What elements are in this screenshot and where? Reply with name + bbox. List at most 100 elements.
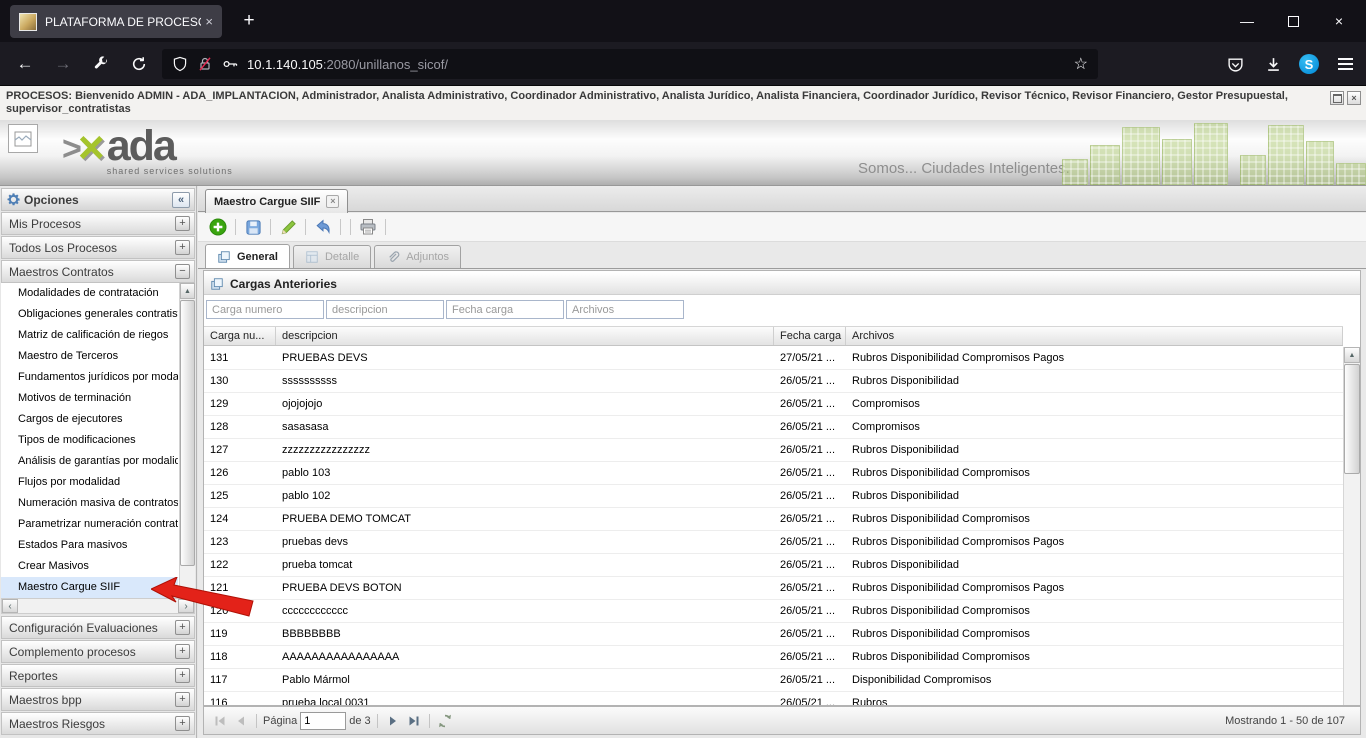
table-row[interactable]: 128 sasasasa 26/05/21 ... Compromisos: [204, 416, 1343, 439]
accordion-section[interactable]: Reportes +: [1, 664, 195, 687]
expand-plus-button[interactable]: +: [175, 216, 190, 231]
float-panel-button[interactable]: [1330, 91, 1344, 105]
table-row[interactable]: 127 zzzzzzzzzzzzzzzz 26/05/21 ... Rubros…: [204, 439, 1343, 462]
tab-close-icon[interactable]: ×: [205, 14, 213, 29]
table-row[interactable]: 126 pablo 103 26/05/21 ... Rubros Dispon…: [204, 462, 1343, 485]
table-row[interactable]: 121 PRUEBA DEVS BOTON 26/05/21 ... Rubro…: [204, 577, 1343, 600]
previous-page-button[interactable]: [232, 712, 250, 730]
table-row[interactable]: 117 Pablo Mármol 26/05/21 ... Disponibil…: [204, 669, 1343, 692]
refresh-button[interactable]: [436, 712, 454, 730]
window-maximize-button[interactable]: [1270, 0, 1316, 42]
tree-horizontal-scrollbar[interactable]: ‹ ›: [1, 598, 195, 614]
table-row[interactable]: 122 prueba tomcat 26/05/21 ... Rubros Di…: [204, 554, 1343, 577]
tab-adjuntos[interactable]: Adjuntos: [374, 245, 461, 268]
table-row[interactable]: 131 PRUEBAS DEVS 27/05/21 ... Rubros Dis…: [204, 347, 1343, 370]
bookmark-star-icon[interactable]: ☆: [1074, 54, 1088, 74]
close-panel-button[interactable]: ×: [1347, 91, 1361, 105]
sidebar-tree-item[interactable]: Maestro Cargue SIIF: [1, 577, 178, 598]
scroll-left-icon[interactable]: ‹: [2, 599, 18, 613]
url-text[interactable]: 10.1.140.105:2080/unillanos_sicof/: [247, 57, 448, 72]
sidebar-tree-item[interactable]: Tipos de modificaciones: [1, 430, 178, 451]
next-page-button[interactable]: [384, 712, 402, 730]
sidebar-tree-item[interactable]: Obligaciones generales contratist: [1, 304, 178, 325]
print-button[interactable]: [357, 216, 379, 238]
skype-icon[interactable]: S: [1294, 49, 1324, 79]
scrollbar-thumb[interactable]: [180, 300, 195, 566]
scroll-up-icon[interactable]: ▲: [180, 283, 195, 299]
expand-plus-button[interactable]: +: [175, 644, 190, 659]
column-header-carga-numero[interactable]: Carga nu...: [204, 327, 276, 345]
accordion-section-maestros-contratos[interactable]: Maestros Contratos −: [1, 260, 195, 283]
accordion-section[interactable]: Configuración Evaluaciones +: [1, 616, 195, 639]
grid-vertical-scrollbar[interactable]: ▲: [1343, 347, 1360, 705]
document-tab-maestro-cargue-siif[interactable]: Maestro Cargue SIIF ×: [205, 189, 348, 213]
accordion-section[interactable]: Todos Los Procesos +: [1, 236, 195, 259]
reload-icon[interactable]: [124, 49, 154, 79]
back-icon[interactable]: ←: [10, 49, 40, 79]
accordion-section[interactable]: Maestros Riesgos +: [1, 712, 195, 735]
sidebar-tree-item[interactable]: Matriz de calificación de riegos: [1, 325, 178, 346]
expand-plus-button[interactable]: +: [175, 692, 190, 707]
accordion-section[interactable]: Mis Procesos +: [1, 212, 195, 235]
last-page-button[interactable]: [405, 712, 423, 730]
sidebar-tree-item[interactable]: Cargos de ejecutores: [1, 409, 178, 430]
table-row[interactable]: 129 ojojojojo 26/05/21 ... Compromisos: [204, 393, 1343, 416]
sidebar-tree-item[interactable]: Numeración masiva de contratos: [1, 493, 178, 514]
column-header-descripcion[interactable]: descripcion: [276, 327, 774, 345]
expand-plus-button[interactable]: +: [175, 716, 190, 731]
save-button[interactable]: [242, 216, 264, 238]
first-page-button[interactable]: [211, 712, 229, 730]
table-row[interactable]: 119 BBBBBBBB 26/05/21 ... Rubros Disponi…: [204, 623, 1343, 646]
accordion-section[interactable]: Maestros bpp +: [1, 688, 195, 711]
sidebar-tree-item[interactable]: Maestro de Terceros: [1, 346, 178, 367]
scrollbar-thumb[interactable]: [1344, 364, 1360, 474]
sidebar-tree-item[interactable]: Análisis de garantías por modalida: [1, 451, 178, 472]
add-button[interactable]: [207, 216, 229, 238]
forward-icon[interactable]: →: [48, 49, 78, 79]
window-close-button[interactable]: ×: [1316, 0, 1362, 42]
expand-plus-button[interactable]: +: [175, 240, 190, 255]
sidebar-tree-item[interactable]: Motivos de terminación: [1, 388, 178, 409]
sidebar-tree-item[interactable]: Crear Masivos: [1, 556, 178, 577]
page-number-input[interactable]: [300, 712, 346, 730]
filter-carga-numero-input[interactable]: [206, 300, 324, 319]
tab-detalle[interactable]: Detalle: [293, 245, 371, 268]
tree-vertical-scrollbar[interactable]: ▲: [179, 283, 195, 598]
sidebar-tree-item[interactable]: Modalidades de contratación: [1, 283, 178, 304]
filter-descripcion-input[interactable]: [326, 300, 444, 319]
undo-button[interactable]: [312, 216, 334, 238]
accordion-section[interactable]: Complemento procesos +: [1, 640, 195, 663]
column-header-archivos[interactable]: Archivos: [846, 327, 1343, 345]
new-tab-button[interactable]: +: [236, 8, 262, 34]
column-header-fecha-carga[interactable]: Fecha carga: [774, 327, 846, 345]
edit-button[interactable]: [277, 216, 299, 238]
tab-close-icon[interactable]: ×: [326, 195, 339, 208]
collapse-sidebar-button[interactable]: «: [172, 192, 190, 208]
sidebar-tree-item[interactable]: Fundamentos jurídicos por modali: [1, 367, 178, 388]
wrench-icon[interactable]: [86, 49, 116, 79]
tab-general[interactable]: General: [205, 244, 290, 268]
table-row[interactable]: 123 pruebas devs 26/05/21 ... Rubros Dis…: [204, 531, 1343, 554]
table-row[interactable]: 125 pablo 102 26/05/21 ... Rubros Dispon…: [204, 485, 1343, 508]
window-minimize-button[interactable]: —: [1224, 0, 1270, 42]
download-icon[interactable]: [1258, 49, 1288, 79]
insecure-lock-icon[interactable]: [197, 56, 213, 72]
expand-plus-button[interactable]: +: [175, 668, 190, 683]
expand-plus-button[interactable]: +: [175, 620, 190, 635]
sidebar-tree-item[interactable]: Estados Para masivos: [1, 535, 178, 556]
table-row[interactable]: 120 cccccccccccc 26/05/21 ... Rubros Dis…: [204, 600, 1343, 623]
table-row[interactable]: 130 ssssssssss 26/05/21 ... Rubros Dispo…: [204, 370, 1343, 393]
sidebar-tree-item[interactable]: Flujos por modalidad: [1, 472, 178, 493]
table-row[interactable]: 118 AAAAAAAAAAAAAAAA 26/05/21 ... Rubros…: [204, 646, 1343, 669]
browser-tab[interactable]: PLATAFORMA DE PROCESOS DE ×: [10, 5, 222, 38]
filter-archivos-input[interactable]: [566, 300, 684, 319]
scroll-right-icon[interactable]: ›: [178, 599, 194, 613]
menu-icon[interactable]: [1330, 49, 1360, 79]
url-bar[interactable]: 10.1.140.105:2080/unillanos_sicof/ ☆: [162, 49, 1098, 79]
shield-icon[interactable]: [172, 56, 188, 72]
sidebar-tree-item[interactable]: Parametrizar numeración contrato: [1, 514, 178, 535]
scroll-up-icon[interactable]: ▲: [1344, 347, 1360, 363]
filter-fecha-carga-input[interactable]: [446, 300, 564, 319]
collapse-minus-button[interactable]: −: [175, 264, 190, 279]
pocket-icon[interactable]: [1220, 49, 1250, 79]
